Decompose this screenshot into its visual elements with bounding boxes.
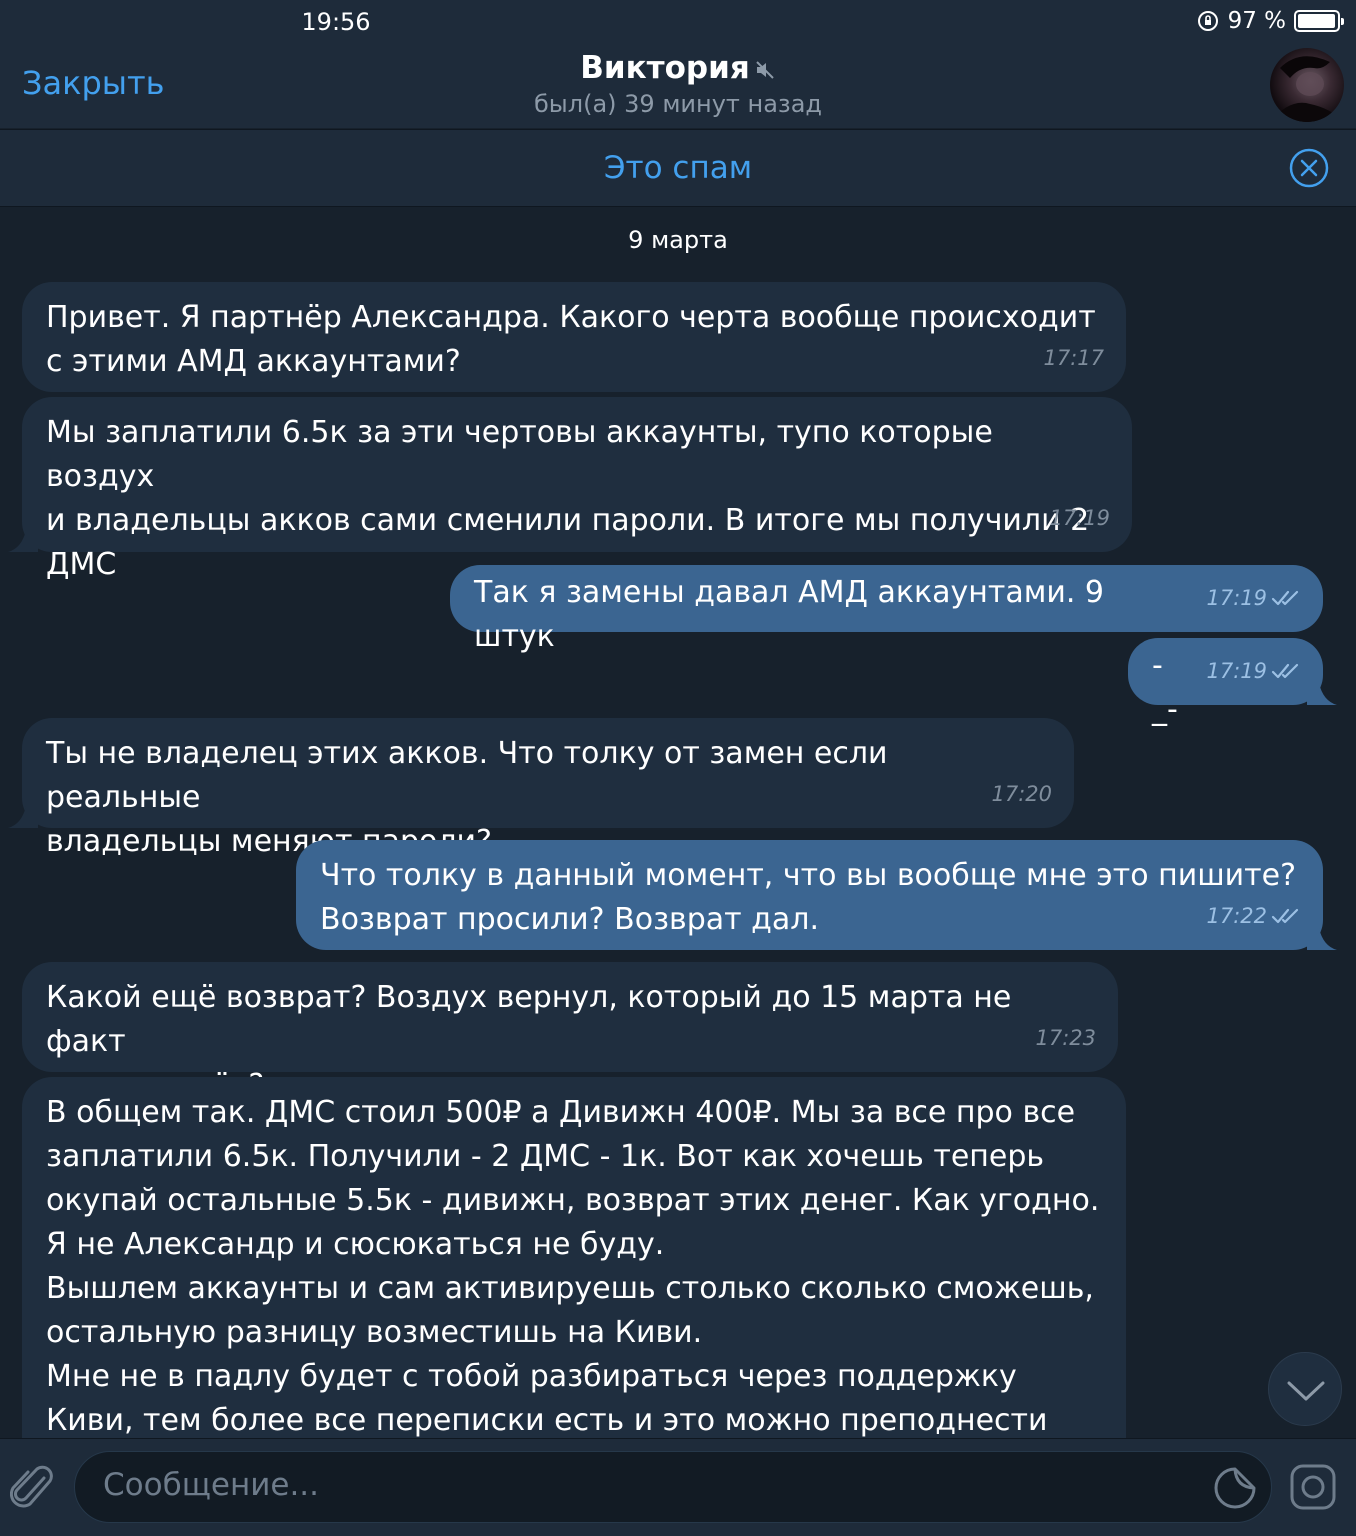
message-incoming[interactable]: Привет. Я партнёр Александра. Какого чер… — [22, 282, 1126, 392]
message-time: 17:19 — [1206, 586, 1267, 610]
bubble-tail — [1307, 928, 1337, 950]
report-spam-button[interactable]: Это спам — [0, 150, 1356, 186]
message-meta: 17:19 — [1206, 649, 1301, 693]
date-separator: 9 марта — [628, 226, 728, 254]
message-incoming[interactable]: Ты не владелец этих акков. Что толку от … — [8, 718, 1074, 859]
paperclip-icon[interactable] — [10, 1462, 56, 1512]
message-meta: 17:19 — [1049, 496, 1110, 540]
avatar-photo — [1270, 56, 1344, 122]
message-outgoing[interactable]: -_- 17:19 — [1128, 638, 1337, 727]
message-text: Привет. Я партнёр Александра. Какого чер… — [46, 300, 1096, 379]
message-time: 17:22 — [1206, 904, 1267, 928]
chat-header: Закрыть Виктория был(а) 39 минут назад — [0, 42, 1356, 128]
double-check-icon — [1271, 590, 1299, 606]
message-time: 17:20 — [991, 782, 1052, 806]
message-outgoing[interactable]: Что толку в данный момент, что вы вообще… — [296, 840, 1337, 950]
chevron-down-icon — [1287, 1381, 1325, 1401]
message-meta: 17:19 — [1206, 576, 1301, 620]
status-time: 19:56 — [301, 8, 371, 36]
message-meta: 17:23 — [1035, 1016, 1096, 1060]
message-time: 17:19 — [1206, 659, 1267, 683]
message-text: Так я замены давал АМД аккаунтами. 9 шту… — [474, 575, 1114, 654]
message-incoming[interactable]: Мы заплатили 6.5к за эти чертовы аккаунт… — [8, 397, 1132, 582]
circle-x-icon[interactable] — [1288, 147, 1330, 189]
battery-icon — [1294, 10, 1344, 32]
battery-percent: 97 % — [1227, 8, 1286, 34]
message-meta: 17:22 — [1206, 894, 1301, 938]
sticker-icon[interactable] — [1212, 1465, 1258, 1511]
camera-icon[interactable] — [1288, 1462, 1338, 1512]
contact-name-row[interactable]: Виктория — [0, 50, 1356, 86]
message-text: В общем так. ДМС стоил 500₽ а Дивижн 400… — [46, 1095, 1100, 1438]
bubble-tail — [8, 806, 38, 828]
orientation-lock-icon — [1197, 11, 1218, 31]
status-bar: 19:56 97 % — [0, 0, 1356, 42]
battery-fill — [1298, 14, 1335, 28]
muted-speaker-icon — [756, 60, 774, 79]
message-time: 17:17 — [1043, 346, 1104, 370]
bubble-tail — [1307, 683, 1337, 705]
message-meta: 17:20 — [991, 772, 1052, 816]
message-text: Что толку в данный момент, что вы вообще… — [320, 858, 1296, 937]
message-time: 17:23 — [1035, 1026, 1096, 1050]
message-input[interactable]: Сообщение... — [74, 1451, 1272, 1523]
message-input-placeholder: Сообщение... — [103, 1467, 320, 1503]
double-check-icon — [1271, 908, 1299, 924]
message-meta: 17:17 — [1043, 336, 1104, 380]
report-spam-bar: Это спам — [0, 129, 1356, 207]
message-incoming[interactable]: В общем так. ДМС стоил 500₽ а Дивижн 400… — [22, 1077, 1126, 1477]
contact-name: Виктория — [580, 50, 750, 86]
avatar[interactable] — [1270, 48, 1344, 122]
contact-status: был(а) 39 минут назад — [534, 90, 822, 118]
message-incoming[interactable]: Какой ещё возврат? Воздух вернул, которы… — [22, 962, 1118, 1103]
bubble-tail — [8, 530, 38, 552]
double-check-icon — [1271, 663, 1299, 679]
status-indicators: 97 % — [1196, 7, 1344, 35]
message-outgoing[interactable]: Так я замены давал АМД аккаунтами. 9 шту… — [450, 565, 1323, 654]
message-time: 17:19 — [1049, 506, 1110, 530]
message-text: -_- — [1152, 648, 1178, 727]
message-text: Мы заплатили 6.5к за эти чертовы аккаунт… — [46, 415, 1090, 582]
scroll-to-bottom-button[interactable] — [1268, 1352, 1342, 1426]
